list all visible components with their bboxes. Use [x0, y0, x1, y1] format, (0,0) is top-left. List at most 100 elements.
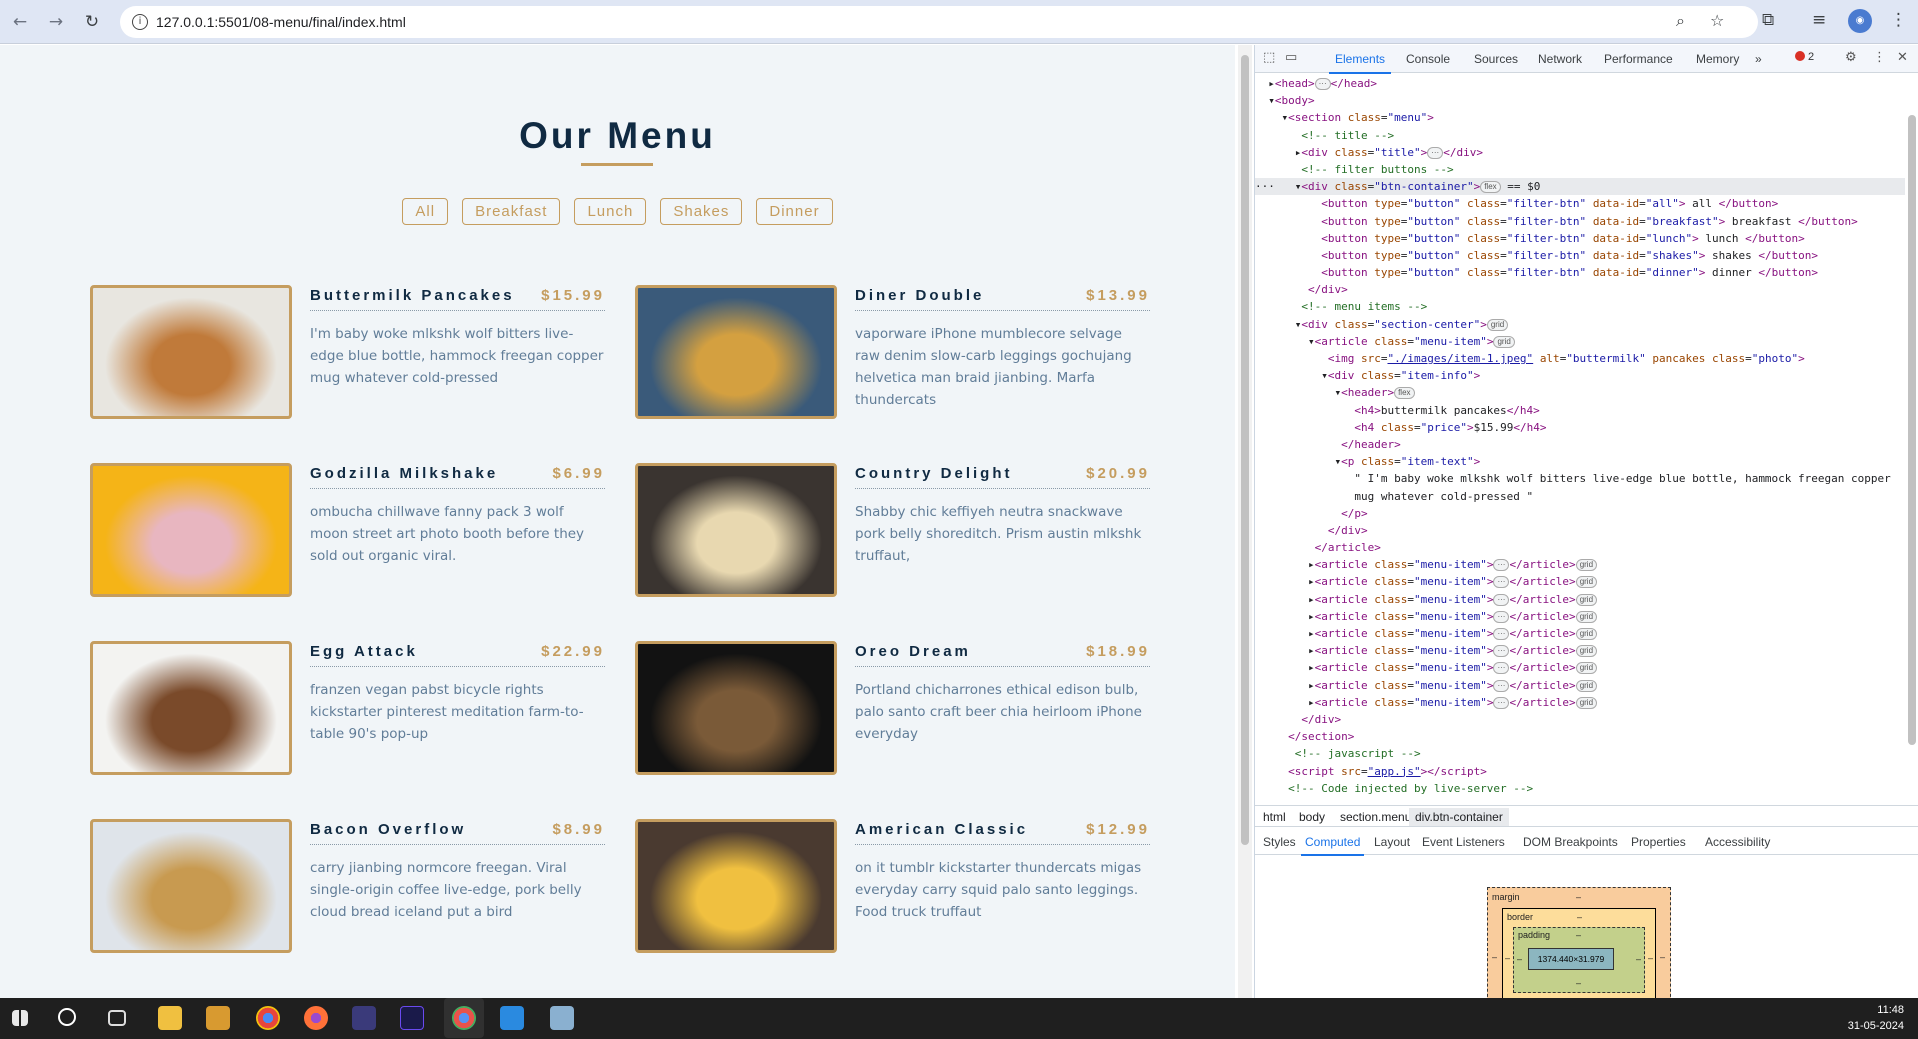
- dom-line[interactable]: </section>: [1255, 728, 1905, 745]
- dom-line[interactable]: ▸<article class="menu-item"> ··· </article…: [1255, 694, 1905, 711]
- dom-line[interactable]: ▸<article class="menu-item"> ··· </article…: [1255, 642, 1905, 659]
- dom-line[interactable]: ▾<p class="item-text">: [1255, 453, 1905, 470]
- subtab-dom-breakpoints[interactable]: DOM Breakpoints: [1523, 835, 1618, 849]
- dom-line[interactable]: ▸<div class="title"> ··· </div>: [1255, 144, 1905, 161]
- dom-line[interactable]: <button type="button" class="filter-btn"…: [1255, 264, 1905, 281]
- dom-line[interactable]: <h4>buttermilk pancakes</h4>: [1255, 402, 1905, 419]
- media-player-icon[interactable]: [206, 1006, 230, 1030]
- bookmark-star-icon[interactable]: ☆: [1710, 11, 1724, 30]
- dom-scrollbar-thumb[interactable]: [1908, 115, 1916, 745]
- tab-network[interactable]: Network: [1538, 52, 1582, 66]
- dom-line[interactable]: ▸<article class="menu-item"> ··· </article…: [1255, 625, 1905, 642]
- dom-line[interactable]: <button type="button" class="filter-btn"…: [1255, 213, 1905, 230]
- dom-line[interactable]: </p>: [1255, 505, 1905, 522]
- subtab-layout[interactable]: Layout: [1374, 835, 1410, 849]
- dom-line[interactable]: ▾<div class="item-info">: [1255, 367, 1905, 384]
- dom-line[interactable]: <button type="button" class="filter-btn"…: [1255, 247, 1905, 264]
- dom-line[interactable]: <script src="app.js"></script>: [1255, 763, 1905, 780]
- filter-lunch-button[interactable]: Lunch: [574, 198, 647, 225]
- dom-line[interactable]: </article>: [1255, 539, 1905, 556]
- subtab-properties[interactable]: Properties: [1631, 835, 1686, 849]
- device-toolbar-icon[interactable]: ▭: [1285, 50, 1297, 65]
- devtools-menu-icon[interactable]: ⋮: [1873, 50, 1886, 65]
- chrome-icon[interactable]: [256, 1006, 280, 1030]
- dom-line[interactable]: </div>: [1255, 711, 1905, 728]
- windows-start-icon[interactable]: [12, 1010, 28, 1026]
- error-count-badge[interactable]: 2: [1795, 51, 1814, 63]
- subtab-computed[interactable]: Computed: [1300, 835, 1365, 856]
- dom-line[interactable]: ▸<article class="menu-item"> ··· </article…: [1255, 556, 1905, 573]
- app-icon[interactable]: [550, 1006, 574, 1030]
- settings-gear-icon[interactable]: ⚙: [1845, 50, 1857, 65]
- dom-line[interactable]: <!-- Code injected by live-server -->: [1255, 780, 1905, 797]
- dom-line[interactable]: </header>: [1255, 436, 1905, 453]
- forward-icon[interactable]: →: [44, 10, 68, 34]
- page-scrollbar[interactable]: [1238, 45, 1252, 998]
- filter-dinner-button[interactable]: Dinner: [756, 198, 833, 225]
- tab-elements[interactable]: Elements: [1328, 52, 1392, 74]
- chrome-active-icon[interactable]: [444, 998, 484, 1038]
- dom-line[interactable]: ▸<article class="menu-item"> ··· </article…: [1255, 573, 1905, 590]
- filter-breakfast-button[interactable]: Breakfast: [462, 198, 561, 225]
- tab-memory[interactable]: Memory: [1696, 52, 1739, 66]
- system-clock[interactable]: 11:48 31-05-2024: [1848, 1002, 1904, 1034]
- crumb-btn-container[interactable]: div.btn-container: [1409, 808, 1509, 826]
- address-bar[interactable]: i 127.0.0.1:5501/08-menu/final/index.htm…: [120, 6, 1758, 38]
- dom-line[interactable]: ▾<body>: [1255, 92, 1905, 109]
- eclipse-icon[interactable]: [352, 1006, 376, 1030]
- site-info-icon[interactable]: i: [132, 14, 148, 30]
- search-icon[interactable]: [58, 1008, 76, 1026]
- dom-line[interactable]: <button type="button" class="filter-btn"…: [1255, 195, 1905, 212]
- crumb-html[interactable]: html: [1263, 810, 1286, 824]
- dom-line[interactable]: <img src="./images/item-1.jpeg" alt="but…: [1255, 350, 1905, 367]
- dom-line[interactable]: ▾<header> flex: [1255, 384, 1905, 401]
- subtab-event-listeners[interactable]: Event Listeners: [1422, 835, 1505, 849]
- dom-line[interactable]: ▾<article class="menu-item"> grid: [1255, 333, 1905, 350]
- tab-console[interactable]: Console: [1406, 52, 1450, 66]
- media-icon[interactable]: ≡: [1812, 10, 1826, 30]
- filter-shakes-button[interactable]: Shakes: [660, 198, 743, 225]
- dom-line[interactable]: ▸<article class="menu-item"> ··· </article…: [1255, 659, 1905, 676]
- tab-sources[interactable]: Sources: [1474, 52, 1518, 66]
- firefox-icon[interactable]: [304, 1006, 328, 1030]
- dom-line[interactable]: ▸<article class="menu-item"> ··· </article…: [1255, 608, 1905, 625]
- dom-line[interactable]: <!-- title -->: [1255, 127, 1905, 144]
- subtab-styles[interactable]: Styles: [1263, 835, 1296, 849]
- dom-line[interactable]: <button type="button" class="filter-btn"…: [1255, 230, 1905, 247]
- task-view-icon[interactable]: [108, 1010, 126, 1026]
- crumb-section-menu[interactable]: section.menu: [1340, 810, 1411, 824]
- dom-line[interactable]: </div>: [1255, 522, 1905, 539]
- more-tabs-icon[interactable]: »: [1755, 52, 1762, 66]
- menu-dots-icon[interactable]: ⋮: [1890, 10, 1907, 30]
- dom-line[interactable]: ▸<article class="menu-item"> ··· </article…: [1255, 677, 1905, 694]
- dom-line[interactable]: ▸<article class="menu-item"> ··· </article…: [1255, 591, 1905, 608]
- dom-line[interactable]: ▾<section class="menu">: [1255, 109, 1905, 126]
- close-devtools-icon[interactable]: ✕: [1897, 50, 1908, 65]
- dom-scrollbar[interactable]: [1905, 75, 1918, 845]
- back-icon[interactable]: ←: [8, 10, 32, 34]
- dom-line[interactable]: ▾<div class="section-center"> grid: [1255, 316, 1905, 333]
- box-model-content[interactable]: 1374.440×31.979: [1528, 948, 1614, 970]
- dom-line-selected[interactable]: ··· ▾<div class="btn-container"> flex == …: [1255, 178, 1905, 196]
- vscode-icon[interactable]: [500, 1006, 524, 1030]
- extensions-icon[interactable]: ⧉: [1762, 10, 1774, 30]
- dom-line[interactable]: <!-- filter buttons -->: [1255, 161, 1905, 178]
- zoom-icon[interactable]: ⌕: [1676, 11, 1685, 31]
- dom-line[interactable]: <!-- menu items -->: [1255, 298, 1905, 315]
- subtab-accessibility[interactable]: Accessibility: [1705, 835, 1770, 849]
- dom-line[interactable]: " I'm baby woke mlkshk wolf bitters live…: [1255, 470, 1905, 487]
- inspect-element-icon[interactable]: ⬚: [1263, 50, 1275, 65]
- tab-performance[interactable]: Performance: [1604, 52, 1673, 66]
- dom-line[interactable]: <h4 class="price">$15.99</h4>: [1255, 419, 1905, 436]
- file-explorer-icon[interactable]: [158, 1006, 182, 1030]
- filter-all-button[interactable]: All: [402, 198, 449, 225]
- reload-icon[interactable]: ↻: [80, 10, 104, 34]
- dom-line[interactable]: mug whatever cold-pressed ": [1255, 488, 1905, 505]
- dom-line[interactable]: ▸<head> ··· </head>: [1255, 75, 1905, 92]
- page-scrollbar-thumb[interactable]: [1241, 55, 1249, 845]
- dom-line[interactable]: </div>: [1255, 281, 1905, 298]
- crumb-body[interactable]: body: [1299, 810, 1325, 824]
- dom-line[interactable]: <!-- javascript -->: [1255, 745, 1905, 762]
- profile-avatar[interactable]: ◉: [1848, 9, 1872, 33]
- intellij-icon[interactable]: [400, 1006, 424, 1030]
